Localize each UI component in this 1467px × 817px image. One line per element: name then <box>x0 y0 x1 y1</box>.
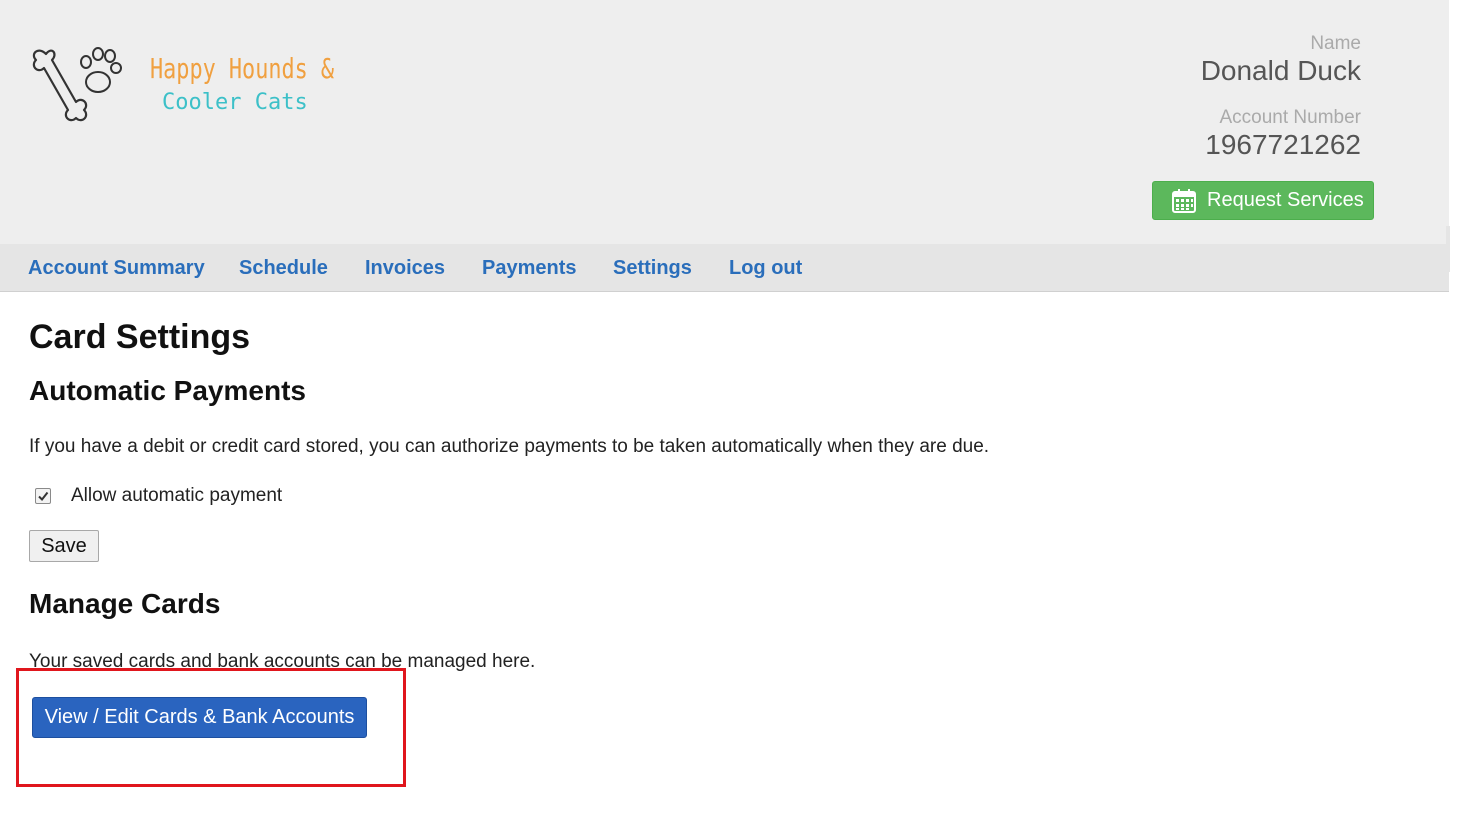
nav-invoices[interactable]: Invoices <box>365 257 445 280</box>
request-services-button[interactable]: Request Services <box>1152 181 1374 220</box>
logo-subtitle: Cooler Cats <box>162 90 308 115</box>
bone-paw-icon <box>32 47 122 122</box>
name-label: Name <box>1310 33 1361 54</box>
account-info: Name Donald Duck Account Number 19677212… <box>1201 33 1361 161</box>
auto-payment-checkbox[interactable] <box>35 488 51 504</box>
header: Happy Hounds & Cooler Cats Name Donald D… <box>0 0 1449 244</box>
manage-cards-heading: Manage Cards <box>29 588 221 619</box>
manage-cards-description: Your saved cards and bank accounts can b… <box>29 651 536 672</box>
calendar-icon <box>1172 188 1196 213</box>
account-number-label: Account Number <box>1219 107 1361 128</box>
view-edit-cards-button[interactable]: View / Edit Cards & Bank Accounts <box>32 697 367 738</box>
checkmark-icon <box>38 491 49 502</box>
nav-payments[interactable]: Payments <box>482 257 577 280</box>
account-number: 1967721262 <box>1205 129 1361 160</box>
request-services-label: Request Services <box>1207 189 1364 211</box>
auto-payment-label[interactable]: Allow automatic payment <box>71 485 282 507</box>
automatic-payments-heading: Automatic Payments <box>29 375 306 406</box>
nav-account-summary[interactable]: Account Summary <box>28 257 205 280</box>
save-button[interactable]: Save <box>29 530 99 562</box>
nav-schedule[interactable]: Schedule <box>239 257 328 280</box>
brand-logo[interactable]: Happy Hounds & Cooler Cats <box>26 40 334 135</box>
account-name: Donald Duck <box>1200 55 1361 86</box>
nav-settings[interactable]: Settings <box>613 257 692 280</box>
main-nav: Account Summary Schedule Invoices Paymen… <box>0 244 1449 292</box>
logo-title: Happy Hounds & <box>150 52 335 85</box>
page-title: Card Settings <box>29 318 251 356</box>
automatic-payments-description: If you have a debit or credit card store… <box>29 436 990 457</box>
nav-log-out[interactable]: Log out <box>729 257 802 280</box>
auto-payment-row: Allow automatic payment <box>35 485 282 507</box>
